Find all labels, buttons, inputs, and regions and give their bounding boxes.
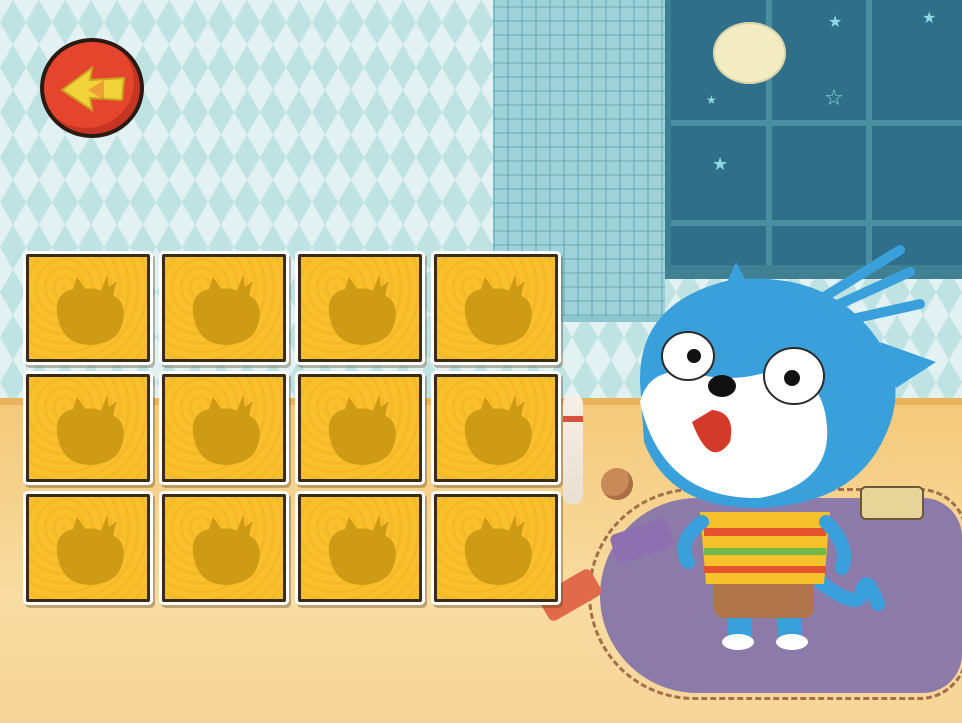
cat-silhouette-icon <box>192 515 260 585</box>
cat-silhouette-icon <box>192 395 260 465</box>
star-icon: ★ <box>712 154 729 175</box>
cat-silhouette-icon <box>464 395 532 465</box>
memory-card[interactable] <box>26 374 150 482</box>
cat-silhouette-icon <box>328 275 396 345</box>
cat-silhouette-icon <box>328 395 396 465</box>
memory-card[interactable] <box>162 254 286 362</box>
memory-card[interactable] <box>434 494 558 602</box>
cat-silhouette-icon <box>192 275 260 345</box>
memory-card[interactable] <box>298 374 422 482</box>
memory-card[interactable] <box>434 374 558 482</box>
cat-silhouette-icon <box>56 515 124 585</box>
memory-card[interactable] <box>26 254 150 362</box>
memory-card[interactable] <box>298 254 422 362</box>
back-arrow-icon <box>60 65 126 113</box>
memory-card[interactable] <box>162 494 286 602</box>
memory-card[interactable] <box>298 494 422 602</box>
memory-card[interactable] <box>162 374 286 482</box>
memory-card-grid <box>26 254 561 614</box>
back-button[interactable] <box>40 38 144 138</box>
star-icon: ★ <box>828 12 843 31</box>
cat-silhouette-icon <box>464 275 532 345</box>
cat-silhouette-icon <box>56 275 124 345</box>
star-icon: ★ <box>922 8 937 27</box>
cat-silhouette-icon <box>56 395 124 465</box>
moon-icon <box>713 22 786 84</box>
star-icon: ☆ <box>824 86 844 111</box>
bowling-pin-toy <box>563 394 583 504</box>
cat-silhouette-icon <box>464 515 532 585</box>
star-icon: ★ <box>706 93 717 107</box>
blue-cat-icon <box>639 245 936 650</box>
memory-card[interactable] <box>434 254 558 362</box>
memory-card[interactable] <box>26 494 150 602</box>
cat-silhouette-icon <box>328 515 396 585</box>
